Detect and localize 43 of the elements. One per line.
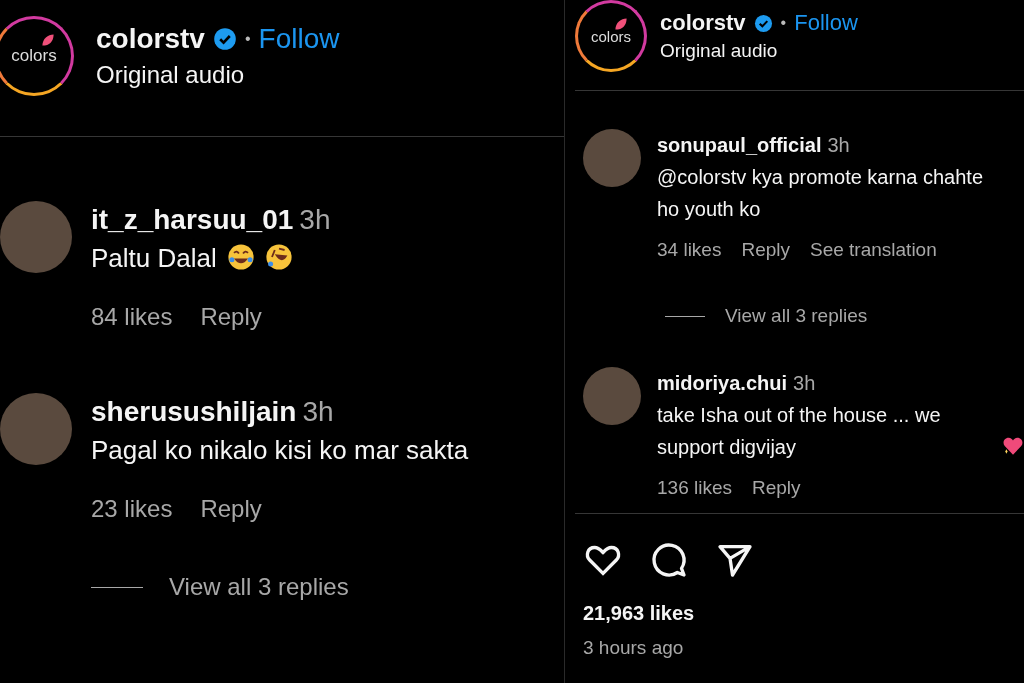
- view-replies-link[interactable]: View all 3 replies: [169, 573, 349, 601]
- like-count[interactable]: 136 likes: [657, 477, 732, 499]
- comment-username[interactable]: sherusushiljain: [91, 393, 297, 431]
- follow-link[interactable]: Follow: [794, 10, 858, 36]
- reply-link[interactable]: Reply: [200, 495, 262, 523]
- comment-username[interactable]: it_z_harsuu_01: [91, 201, 294, 239]
- comment-username[interactable]: midoriya.chui: [657, 367, 788, 399]
- comment-time: 3h: [793, 371, 816, 396]
- separator-dot: •: [244, 30, 251, 48]
- tilted-laughing-face-icon: [264, 243, 293, 271]
- follow-link[interactable]: Follow: [258, 23, 340, 55]
- comment-time: 3h: [827, 133, 850, 158]
- separator-dot: •: [780, 14, 787, 32]
- post-like-count[interactable]: 21,963 likes: [583, 602, 1024, 625]
- channel-logo[interactable]: colors: [575, 0, 647, 72]
- comment-text: @colorstv kya promote karna chahte ho youth ko: [657, 165, 984, 222]
- leaf-icon: [614, 17, 628, 31]
- leaf-icon: [41, 33, 55, 47]
- comment-time: 3h: [302, 395, 334, 429]
- sparkling-heart-icon: [1002, 435, 1024, 457]
- like-count[interactable]: 84 likes: [91, 303, 173, 331]
- logo-text: colors: [11, 46, 57, 66]
- post-time: 3 hours ago: [583, 637, 685, 659]
- audio-label[interactable]: Original audio: [96, 61, 340, 89]
- like-count[interactable]: 23 likes: [91, 495, 173, 523]
- account-name[interactable]: colorstv: [96, 23, 205, 55]
- comment-username[interactable]: sonupaul_official: [657, 129, 822, 161]
- comment-text: take Isha out of the house ... we support digvijay: [657, 403, 942, 460]
- comment-icon[interactable]: [649, 540, 689, 580]
- comment-text: Paltu Dalal: [91, 242, 217, 275]
- reply-link[interactable]: Reply: [200, 303, 262, 331]
- account-name[interactable]: colorstv: [660, 10, 746, 36]
- comment-time: 3h: [299, 203, 331, 237]
- reply-link[interactable]: Reply: [741, 239, 790, 261]
- comment-text: Pagal ko nikalo kisi ko mar sakta: [91, 434, 469, 467]
- view-replies-link[interactable]: View all 3 replies: [725, 305, 868, 327]
- like-count[interactable]: 34 likes: [657, 239, 722, 261]
- reply-link[interactable]: Reply: [752, 477, 801, 499]
- logo-text: colors: [591, 27, 631, 45]
- channel-logo[interactable]: colors: [0, 16, 74, 96]
- translation-link[interactable]: See translation: [810, 239, 937, 261]
- audio-label[interactable]: Original audio: [660, 40, 858, 62]
- laughing-face-icon: [226, 243, 255, 271]
